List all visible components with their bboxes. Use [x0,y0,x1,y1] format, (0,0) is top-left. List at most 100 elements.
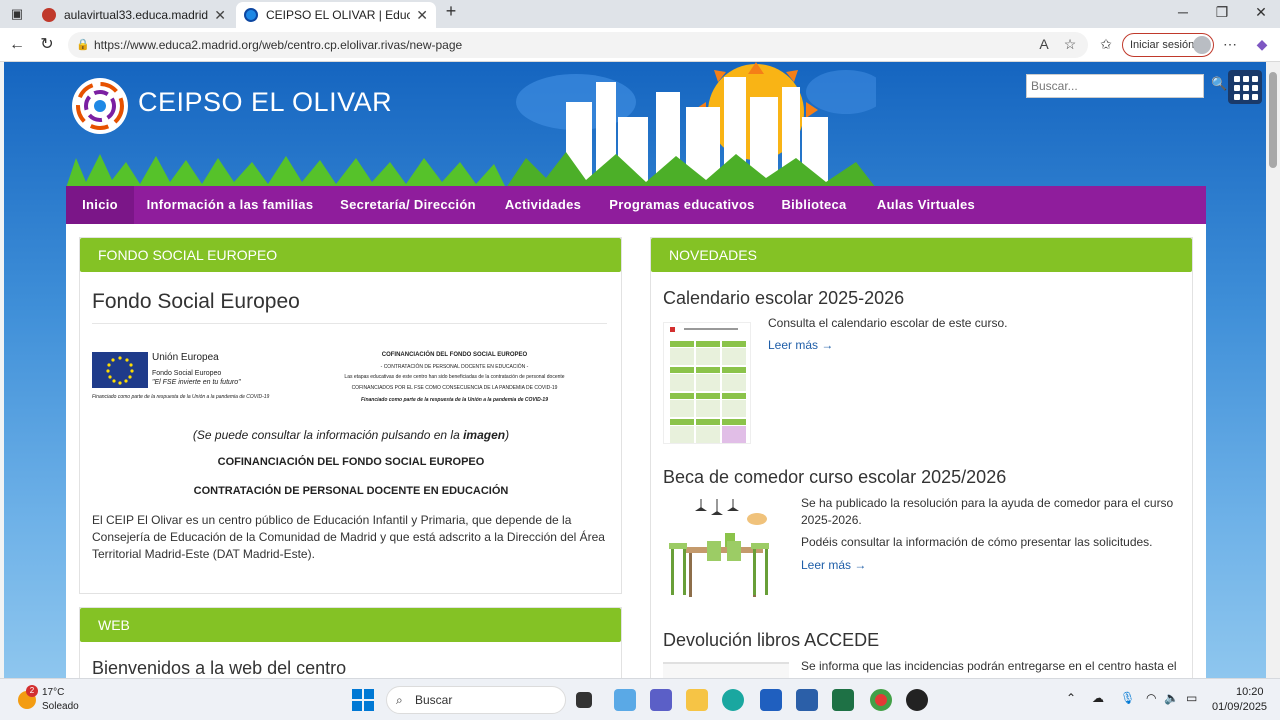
news-text: Consulta el calendario escolar de este c… [768,316,1008,330]
refresh-icon[interactable]: ↻ [36,34,58,56]
windows-taskbar: 2 17°C Soleado ⌕ Buscar ⌃ ☁ 🎙 ◠ 🔈 ▭ 10:2… [0,678,1280,720]
back-icon[interactable]: ← [6,34,28,56]
app-icon[interactable] [796,689,818,711]
panel-title: Bienvenidos a la web del centro [92,658,347,678]
windows-start-icon[interactable] [352,689,374,711]
onedrive-icon[interactable]: ☁ [1092,691,1104,705]
tab-actions-icon[interactable]: ▣ [6,3,28,25]
panel-header: WEB [80,608,621,642]
read-more-link[interactable]: Leer más → [801,558,866,572]
news-text: Se informa que las incidencias podrán en… [801,659,1177,673]
weather-text: Soleado [42,701,79,712]
minimize-icon[interactable]: ─ [1168,4,1198,20]
tab-ceipso[interactable]: CEIPSO EL OLIVAR | EducaMadrid ✕ [236,2,436,28]
news-text-2: Podéis consultar la información de cómo … [801,535,1153,549]
contrat-heading: CONTRATACIÓN DE PERSONAL DOCENTE EN EDUC… [193,485,509,497]
show-hidden-icons[interactable]: ⌃ [1066,691,1076,705]
menu-item-biblioteca[interactable]: Biblioteca [774,186,854,224]
apps-grid-icon[interactable] [1228,70,1262,104]
main-content: FONDO SOCIAL EUROPEO Fondo Social Europe… [66,224,1206,678]
favorite-star-icon[interactable]: ☆ [1060,36,1080,53]
site-title[interactable]: CEIPSO EL OLIVAR [138,87,392,118]
eu-flag-icon [92,352,148,388]
scrollbar-thumb[interactable] [1269,72,1277,168]
close-icon[interactable]: ✕ [214,7,226,24]
close-window-icon[interactable]: ✕ [1246,4,1276,21]
wifi-icon[interactable]: ◠ [1146,691,1156,705]
taskbar-search[interactable]: ⌕ Buscar [386,686,566,714]
fse-footnote: Financiado como parte de la respuesta de… [92,394,270,400]
fse-right-5: Financiado como parte de la respuesta de… [361,397,548,403]
battery-icon[interactable]: ▭ [1186,691,1197,705]
site-header: CEIPSO EL OLIVAR Buscar... 🔍 [66,62,1227,188]
tab-aulavirtual[interactable]: aulavirtual33.educa.madrid.org/cp ✕ [34,2,234,28]
fse-panel: FONDO SOCIAL EUROPEO Fondo Social Europe… [79,237,622,594]
edge-icon[interactable] [722,689,744,711]
signin-button[interactable]: Iniciar sesión [1122,33,1214,57]
news-title[interactable]: Devolución libros ACCEDE [663,630,879,651]
site-search-input[interactable]: Buscar... [1026,74,1204,98]
signin-label: Iniciar sesión [1130,39,1195,51]
main-menu: Inicio Información a las familias Secret… [66,186,1206,224]
fse-motto: "El FSE invierte en tu futuro" [152,379,241,386]
panel-header: FONDO SOCIAL EUROPEO [80,238,621,272]
more-icon[interactable]: ⋯ [1220,36,1240,53]
image-link[interactable]: imagen [463,428,505,442]
search-icon: ⌕ [396,693,403,707]
school-logo[interactable] [72,78,128,134]
microphone-icon[interactable]: 🎙 [1120,691,1135,705]
obs-icon[interactable] [906,689,928,711]
calendar-thumbnail[interactable] [663,322,751,444]
weather-badge: 2 [26,685,38,697]
news-title[interactable]: Calendario escolar 2025-2026 [663,288,904,309]
menu-item-programas[interactable]: Programas educativos [604,186,760,224]
menu-item-secretaria[interactable]: Secretaría/ Dirección [332,186,484,224]
menu-item-aulas-virtuales[interactable]: Aulas Virtuales [870,186,982,224]
panel-header: NOVEDADES [651,238,1192,272]
snipping-tool-icon[interactable] [614,689,636,711]
divider [92,323,607,324]
address-bar: ← ↻ 🔒 https://www.educa2.madrid.org/web/… [0,28,1280,62]
weather-widget[interactable]: 2 17°C Soleado [14,685,114,715]
books-thumbnail[interactable] [663,662,789,678]
tab-label: CEIPSO EL OLIVAR | EducaMadrid [266,8,411,22]
teams-icon[interactable] [650,689,672,711]
dining-thumbnail[interactable] [663,499,775,599]
weather-temp: 17°C [42,687,65,698]
news-panel: NOVEDADES Calendario escolar 2025-2026 C… [650,237,1193,678]
new-tab-icon[interactable]: + [436,1,466,22]
store-icon[interactable] [760,689,782,711]
tab-strip: ▣ aulavirtual33.educa.madrid.org/cp ✕ CE… [0,0,1280,28]
file-explorer-icon[interactable] [686,689,708,711]
copilot-icon[interactable]: ◆ [1252,36,1272,53]
news-text: Se ha publicado la resolución para la ay… [801,496,1174,527]
clock-time[interactable]: 10:20 [1236,686,1264,698]
menu-item-familias[interactable]: Información a las familias [138,186,322,224]
page-scrollbar[interactable] [1266,62,1280,678]
clock-date[interactable]: 01/09/2025 [1212,701,1267,713]
fse-body-text: El CEIP El Olivar es un centro público d… [92,513,605,561]
search-icon[interactable]: 🔍 [1211,76,1227,92]
news-title[interactable]: Beca de comedor curso escolar 2025/2026 [663,467,1006,488]
menu-item-actividades[interactable]: Actividades [498,186,588,224]
fse-right-3: Las etapas educativas de este centro han… [344,374,565,380]
menu-item-inicio[interactable]: Inicio [66,186,134,224]
maximize-icon[interactable]: ❐ [1207,4,1237,21]
chrome-icon[interactable] [870,689,892,711]
task-view-icon[interactable] [576,692,592,708]
close-icon[interactable]: ✕ [416,7,428,24]
fse-image[interactable]: Unión Europea Fondo Social Europeo "El F… [92,350,567,414]
volume-icon[interactable]: 🔈 [1164,691,1179,705]
favicon-icon [244,8,258,22]
lock-icon: 🔒 [76,39,90,51]
favorites-icon[interactable]: ✩ [1096,36,1116,53]
web-panel: WEB Bienvenidos a la web del centro [79,607,622,678]
url-field[interactable]: 🔒 https://www.educa2.madrid.org/web/cent… [68,32,1088,58]
avatar [1193,36,1211,54]
excel-icon[interactable] [832,689,854,711]
city-banner-illustration [506,62,876,188]
eu-label: Unión Europea [152,352,219,363]
read-aloud-icon[interactable]: A [1034,36,1054,52]
fse-label: Fondo Social Europeo [152,370,222,377]
read-more-link[interactable]: Leer más → [768,338,833,352]
